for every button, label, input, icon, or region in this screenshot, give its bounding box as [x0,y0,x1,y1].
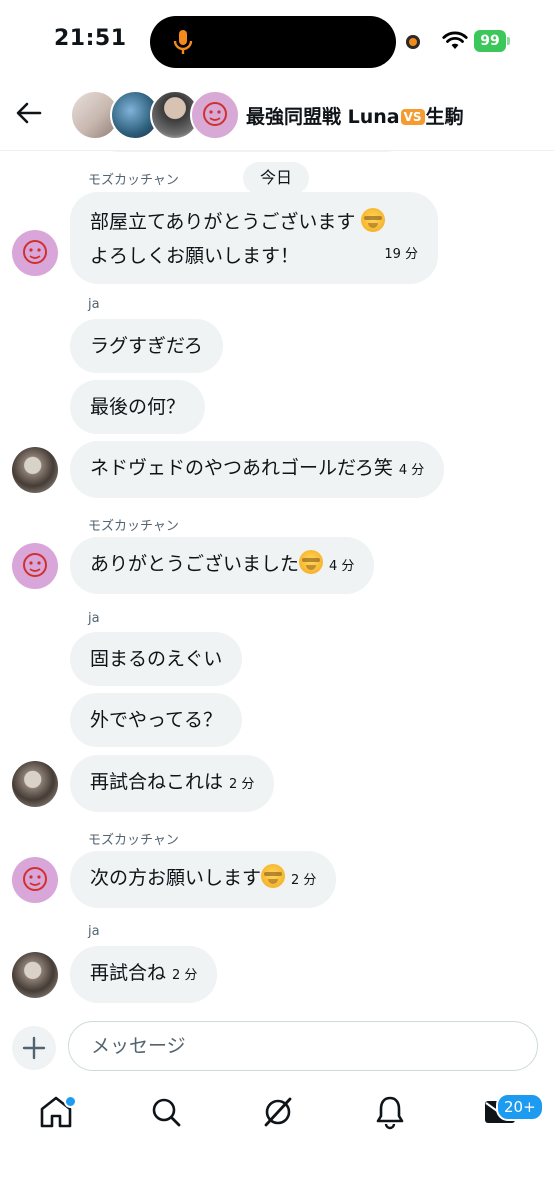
sender-name: ja [88,611,100,626]
bottom-navigation: 20+ [0,1082,554,1154]
message-text: 最後の何？ [90,396,186,418]
bowing-emoji-icon [361,208,386,232]
add-attachment-button[interactable] [12,1026,56,1070]
grok-icon[interactable] [258,1092,298,1132]
avatar[interactable] [12,952,58,998]
avatar[interactable] [12,761,58,807]
message-time: 2 分 [229,777,255,792]
sender-name: ja [88,297,100,312]
message-time: 4 分 [398,463,425,478]
bowing-emoji-icon [261,864,286,888]
message-list[interactable]: モズカッチャン 今日 部屋立てありがとうございます よろしくお願いします！ 19… [0,150,554,1020]
message-bubble[interactable]: 部屋立てありがとうございます よろしくお願いします！ 19 分 [70,192,438,284]
avatar[interactable] [12,230,58,276]
battery-indicator: 99 [474,30,510,52]
dynamic-island [150,16,396,68]
participant-avatar[interactable] [190,90,240,140]
message-bubble[interactable]: ありがとうございました 4 分 [70,537,375,594]
bell-icon[interactable] [370,1092,410,1132]
sender-name: モズカッチャン [88,833,179,848]
messages-badge: 20+ [496,1093,544,1121]
avatar[interactable] [12,857,58,903]
status-bar: 21:51 99 [0,0,554,80]
message-bubble[interactable]: 再試合ねこれは 2 分 [70,755,275,812]
sender-name: ja [88,924,100,939]
sender-name: モズカッチャン [88,519,179,534]
back-arrow-icon[interactable] [14,98,44,128]
message-text: ラグすぎだろ [90,335,203,357]
message-bubble[interactable]: ラグすぎだろ [70,319,223,373]
message-composer [0,1020,554,1078]
status-time: 21:51 [54,26,127,51]
message-text: 部屋立てありがとうございます [90,211,356,233]
search-icon[interactable] [146,1092,186,1132]
vs-badge: VS [400,109,425,125]
message-bubble[interactable]: ネドヴェドのやつあれゴールだろ笑 4 分 [70,441,445,498]
conversation-title[interactable]: 最強同盟戦 Luna VS 生駒 [246,102,464,129]
message-bubble[interactable]: 再試合ね 2 分 [70,946,218,1003]
avatar[interactable] [12,447,58,493]
recording-indicator-icon [406,35,420,49]
title-right: 生駒 [425,106,464,128]
sender-name: モズカッチャン [88,173,179,188]
message-text: 外でやってる？ [90,709,223,731]
message-bubble[interactable]: 最後の何？ [70,380,206,434]
wifi-icon [442,31,468,49]
message-text: 再試合ねこれは [90,771,224,793]
date-divider: 今日 [243,162,310,194]
message-text: よろしくお願いします！ [90,245,300,267]
microphone-icon [173,30,193,54]
message-text: ありがとうございました [90,553,300,575]
home-notification-dot [64,1095,77,1108]
battery-level: 99 [480,33,500,49]
message-bubble[interactable]: 次の方お願いします 2 分 [70,851,337,908]
message-text: 固まるのえぐい [90,648,223,670]
message-text: 次の方お願いします [90,867,262,889]
conversation-header: 最強同盟戦 Luna VS 生駒 [0,80,554,151]
message-text: 再試合ね [90,962,167,984]
title-prefix: 最強同盟戦 [246,106,348,128]
message-time: 2 分 [172,968,198,983]
message-text: ネドヴェドのやつあれゴールだろ笑 [90,457,393,479]
message-time: 4 分 [329,559,355,574]
message-time: 2 分 [291,873,317,888]
avatar[interactable] [12,543,58,589]
message-input[interactable] [68,1021,538,1071]
title-left: Luna [347,106,400,128]
message-bubble[interactable]: 外でやってる？ [70,693,243,747]
bowing-emoji-icon [299,550,324,574]
message-time: 19 分 [384,247,418,262]
plus-icon [22,1036,46,1060]
message-bubble[interactable]: 固まるのえぐい [70,632,243,686]
